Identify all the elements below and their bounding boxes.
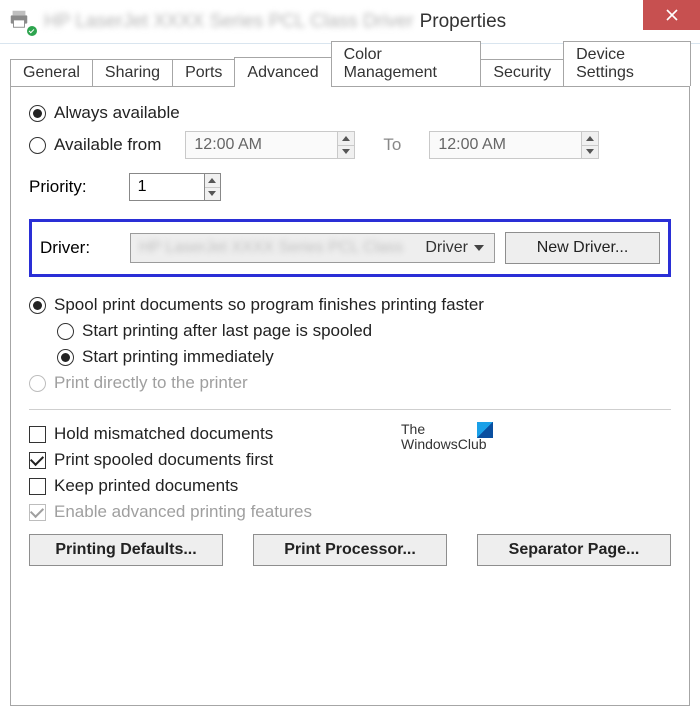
properties-window: HP LaserJet XXXX Series PCL Class Driver… — [0, 0, 700, 716]
priority-down[interactable] — [205, 188, 220, 201]
tab-advanced[interactable]: Advanced — [234, 57, 331, 87]
tab-security[interactable]: Security — [480, 59, 564, 86]
label-spool: Spool print documents so program finishe… — [54, 295, 484, 315]
check-keep-printed[interactable]: Keep printed documents — [29, 476, 238, 496]
tab-device-settings[interactable]: Device Settings — [563, 41, 691, 86]
label-keep-printed: Keep printed documents — [54, 476, 238, 496]
driver-select[interactable]: HP LaserJet XXXX Series PCL Class Driver — [130, 233, 495, 263]
label-hold-mismatched: Hold mismatched documents — [54, 424, 273, 444]
check-adv-features[interactable]: Enable advanced printing features — [29, 502, 312, 522]
close-button[interactable] — [643, 0, 700, 30]
check-hold-mismatched[interactable]: Hold mismatched documents — [29, 424, 273, 444]
time-to-up[interactable] — [582, 132, 599, 146]
separator-page-button[interactable]: Separator Page... — [477, 534, 671, 566]
label-always-available: Always available — [54, 103, 180, 123]
check-spooled-first[interactable]: Print spooled documents first — [29, 450, 273, 470]
new-driver-button[interactable]: New Driver... — [505, 232, 660, 264]
watermark: The WindowsClub — [401, 422, 493, 453]
tab-general[interactable]: General — [10, 59, 93, 86]
tab-sharing[interactable]: Sharing — [92, 59, 173, 86]
title-redacted: HP LaserJet XXXX Series PCL Class Driver — [44, 11, 414, 33]
priority-up[interactable] — [205, 174, 220, 188]
radio-always-available[interactable]: Always available — [29, 103, 180, 123]
radio-print-direct[interactable]: Print directly to the printer — [29, 373, 248, 393]
driver-label: Driver: — [40, 238, 90, 258]
priority-stepper[interactable] — [129, 173, 221, 201]
time-from-up[interactable] — [338, 132, 355, 146]
time-to-down[interactable] — [582, 146, 599, 159]
radio-start-after-last[interactable]: Start printing after last page is spoole… — [57, 321, 372, 341]
window-title: Properties — [420, 11, 507, 33]
print-processor-button[interactable]: Print Processor... — [253, 534, 447, 566]
label-start-after-last: Start printing after last page is spoole… — [82, 321, 372, 341]
titlebar: HP LaserJet XXXX Series PCL Class Driver… — [0, 0, 700, 44]
label-start-immediately: Start printing immediately — [82, 347, 274, 367]
time-to[interactable] — [429, 131, 599, 159]
time-to-input[interactable] — [430, 136, 580, 154]
tab-color-management[interactable]: Color Management — [331, 41, 482, 86]
driver-highlight: Driver: HP LaserJet XXXX Series PCL Clas… — [29, 219, 671, 277]
tab-ports[interactable]: Ports — [172, 59, 235, 86]
radio-available-from[interactable]: Available from — [29, 135, 161, 155]
radio-spool[interactable]: Spool print documents so program finishe… — [29, 295, 484, 315]
driver-selected: Driver — [425, 239, 468, 257]
priority-label: Priority: — [29, 177, 87, 197]
priority-input[interactable] — [130, 178, 204, 196]
radio-start-immediately[interactable]: Start printing immediately — [57, 347, 274, 367]
time-from-down[interactable] — [338, 146, 355, 159]
chevron-down-icon — [474, 245, 484, 251]
printing-defaults-button[interactable]: Printing Defaults... — [29, 534, 223, 566]
time-from[interactable] — [185, 131, 355, 159]
label-available-from: Available from — [54, 135, 161, 155]
separator — [29, 409, 671, 410]
label-spooled-first: Print spooled documents first — [54, 450, 273, 470]
label-adv-features: Enable advanced printing features — [54, 502, 312, 522]
label-print-direct: Print directly to the printer — [54, 373, 248, 393]
label-to: To — [383, 135, 401, 155]
time-from-input[interactable] — [186, 136, 336, 154]
advanced-panel: Always available Available from To — [10, 86, 690, 706]
printer-icon — [8, 8, 36, 36]
tab-strip: General Sharing Ports Advanced Color Man… — [10, 56, 690, 86]
